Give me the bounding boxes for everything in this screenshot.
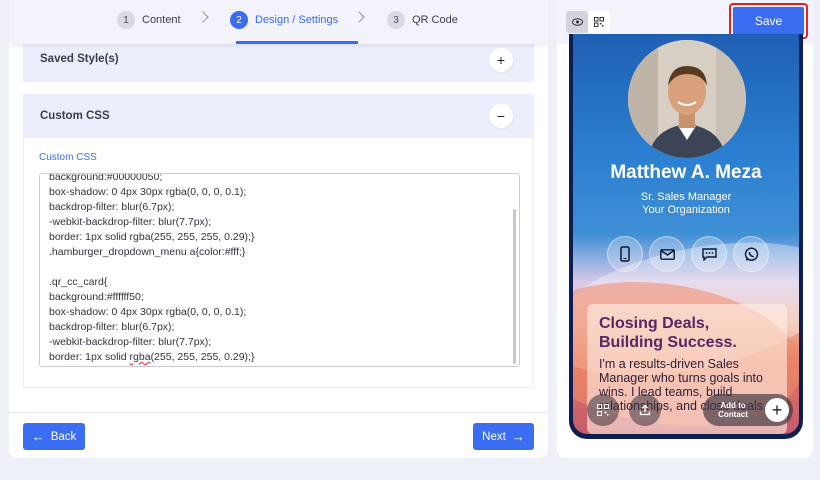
collapse-button[interactable]: − bbox=[489, 104, 513, 128]
whatsapp-icon[interactable] bbox=[733, 236, 769, 272]
css-code: background:#00000050; box-shadow: 0 4px … bbox=[49, 173, 505, 365]
saved-styles-header[interactable]: Saved Style(s) + bbox=[23, 38, 534, 82]
custom-css-body: Custom CSS background:#00000050; box-sha… bbox=[23, 138, 534, 388]
eye-icon[interactable] bbox=[566, 11, 588, 33]
phone-icon[interactable] bbox=[607, 236, 643, 272]
editor-panel: 1 Content 2 Design / Settings 3 QR Code … bbox=[9, 0, 548, 458]
arrow-right-icon: → bbox=[511, 429, 525, 444]
card-heading: Closing Deals, bbox=[599, 315, 710, 332]
plus-icon: + bbox=[765, 398, 789, 422]
active-step-underline bbox=[236, 41, 358, 44]
preview-panel: Save Matthew A. Meza Sr. Sales Manager Y… bbox=[557, 0, 813, 458]
add-contact-line: Add to bbox=[720, 401, 746, 410]
custom-css-label: Custom CSS bbox=[39, 152, 97, 163]
step-qr-code[interactable]: 3 QR Code bbox=[387, 10, 458, 30]
share-icon[interactable] bbox=[629, 394, 661, 426]
code-line: -webkit-backdrop-filter: blur(7.7px); bbox=[49, 336, 212, 348]
section-title: Saved Style(s) bbox=[40, 53, 119, 65]
profile-organization: Your Organization bbox=[642, 204, 730, 216]
code-line: border: 1px solid bbox=[49, 351, 130, 363]
code-line: backdrop-filter: blur(6.7px); bbox=[49, 321, 175, 333]
add-contact-line: Contact bbox=[718, 410, 748, 419]
next-label: Next bbox=[482, 430, 506, 443]
code-line: backdrop-filter: blur(6.7px); bbox=[49, 201, 175, 213]
custom-css-textarea[interactable]: background:#00000050; box-shadow: 0 4px … bbox=[39, 173, 520, 367]
step-design-settings[interactable]: 2 Design / Settings bbox=[230, 10, 338, 30]
code-line: .hamburger_dropdown_menu a{color:#fff;} bbox=[49, 246, 246, 258]
avatar bbox=[628, 40, 746, 158]
step-number: 2 bbox=[230, 11, 248, 29]
textarea-scrollbar[interactable] bbox=[513, 209, 516, 364]
step-label: Design / Settings bbox=[255, 14, 339, 26]
stepper: 1 Content 2 Design / Settings 3 QR Code bbox=[9, 0, 548, 44]
code-line-tail: (255, 255, 255, 0.29);} bbox=[150, 351, 255, 363]
spellcheck-word: rgba bbox=[129, 351, 151, 363]
code-line: box-shadow: 0 4px 30px rgba(0, 0, 0, 0.1… bbox=[49, 306, 247, 318]
step-label: QR Code bbox=[412, 14, 458, 26]
code-line: background:#00000050; bbox=[49, 173, 163, 183]
chevron-right-icon bbox=[197, 11, 209, 23]
back-button[interactable]: ← Back bbox=[23, 423, 85, 450]
code-line: box-shadow: 0 4px 30px rgba(0, 0, 0, 0.1… bbox=[49, 186, 247, 198]
add-to-contact-button[interactable]: Add to Contact + bbox=[703, 394, 793, 426]
profile-name: Matthew A. Meza bbox=[610, 162, 762, 183]
step-number: 1 bbox=[117, 11, 135, 29]
code-line: background:#ffffff50; bbox=[49, 291, 144, 303]
profile-title: Sr. Sales Manager bbox=[640, 191, 732, 203]
custom-css-header[interactable]: Custom CSS − bbox=[23, 94, 534, 138]
email-icon[interactable] bbox=[649, 236, 685, 272]
bottom-action-bar: Add to Contact + bbox=[587, 394, 793, 428]
code-line: -webkit-backdrop-filter: blur(7.7px); bbox=[49, 216, 212, 228]
phone-screen: Matthew A. Meza Sr. Sales Manager Your O… bbox=[573, 34, 799, 434]
step-label: Content bbox=[142, 14, 181, 26]
qr-code-icon[interactable] bbox=[587, 394, 619, 426]
step-content[interactable]: 1 Content bbox=[117, 10, 181, 30]
code-line: .qr_cc_card{ bbox=[49, 276, 108, 288]
add-contact-label: Add to Contact bbox=[715, 401, 751, 419]
save-button[interactable]: Save bbox=[733, 7, 804, 35]
chevron-right-icon bbox=[353, 11, 365, 23]
phone-frame: Matthew A. Meza Sr. Sales Manager Your O… bbox=[569, 34, 803, 439]
back-label: Back bbox=[50, 430, 77, 443]
section-title: Custom CSS bbox=[40, 110, 110, 122]
next-button[interactable]: Next → bbox=[473, 423, 534, 450]
contact-icons bbox=[607, 236, 769, 272]
nav-button-row: ← Back Next → bbox=[9, 412, 548, 458]
expand-button[interactable]: + bbox=[489, 48, 513, 72]
sms-icon[interactable] bbox=[691, 236, 727, 272]
arrow-left-icon: ← bbox=[31, 429, 45, 444]
code-line: border: 1px solid rgba(255, 255, 255, 0.… bbox=[49, 231, 255, 243]
step-number: 3 bbox=[387, 11, 405, 29]
card-heading: Building Success. bbox=[599, 334, 737, 351]
preview-mode-toggle bbox=[566, 11, 610, 33]
qr-code-icon[interactable] bbox=[588, 11, 610, 33]
